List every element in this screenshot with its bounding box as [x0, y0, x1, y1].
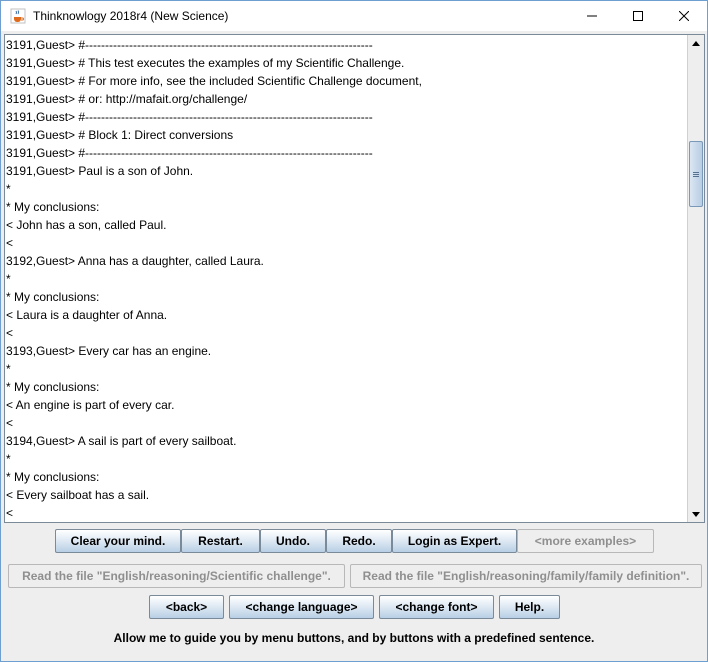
output-lines: 3191,Guest> #---------------------------…	[6, 36, 686, 522]
help-button[interactable]: Help.	[499, 595, 560, 619]
app-window: Thinknowlogy 2018r4 (New Science) 3191,G…	[0, 0, 708, 662]
output-line: 3191,Guest> # or: http://mafait.org/chal…	[6, 92, 248, 106]
java-coffee-icon	[10, 8, 26, 24]
output-line: < Laura is a daughter of Anna.	[6, 308, 168, 322]
guidance-message: Allow me to guide you by menu buttons, a…	[113, 631, 595, 645]
close-button[interactable]	[661, 1, 707, 31]
output-line: 3191,Guest> #---------------------------…	[6, 110, 373, 124]
clear-your-mind-button[interactable]: Clear your mind.	[55, 529, 181, 553]
output-line: 3191,Guest> # This test executes the exa…	[6, 56, 405, 70]
output-line: *	[6, 362, 11, 376]
output-line: *	[6, 272, 11, 286]
output-line: 3191,Guest> #---------------------------…	[6, 38, 373, 52]
output-line: 3191,Guest> # For more info, see the inc…	[6, 74, 422, 88]
vertical-scrollbar[interactable]	[687, 35, 704, 522]
output-line: 3194,Guest> A sail is part of every sail…	[6, 434, 237, 448]
arrow-up-icon	[692, 40, 700, 46]
output-line: 3191,Guest> Paul is a son of John.	[6, 164, 194, 178]
maximize-icon	[633, 11, 643, 21]
output-line: < John has a son, called Paul.	[6, 218, 167, 232]
read-scientific-challenge-button[interactable]: Read the file "English/reasoning/Scienti…	[8, 564, 345, 588]
output-line: 3191,Guest> # Block 1: Direct conversion…	[6, 128, 234, 142]
restart-button[interactable]: Restart.	[181, 529, 260, 553]
redo-button[interactable]: Redo.	[326, 529, 392, 553]
close-icon	[679, 11, 689, 21]
window-title: Thinknowlogy 2018r4 (New Science)	[33, 9, 229, 23]
login-as-expert-button[interactable]: Login as Expert.	[392, 529, 517, 553]
output-line: * My conclusions:	[6, 380, 100, 394]
output-line: *	[6, 452, 11, 466]
output-line: < Every sailboat has a sail.	[6, 488, 150, 502]
scroll-up-button[interactable]	[688, 35, 704, 51]
output-line: <	[6, 236, 14, 250]
scroll-down-button[interactable]	[688, 506, 704, 522]
output-line: < An engine is part of every car.	[6, 398, 175, 412]
output-line: <	[6, 416, 14, 430]
scrollbar-thumb[interactable]	[689, 141, 703, 207]
output-line: 3192,Guest> Anna has a daughter, called …	[6, 254, 264, 268]
maximize-button[interactable]	[615, 1, 661, 31]
output-line: * My conclusions:	[6, 470, 100, 484]
output-line: <	[6, 506, 14, 520]
undo-button[interactable]: Undo.	[260, 529, 326, 553]
minimize-button[interactable]	[569, 1, 615, 31]
more-examples-button[interactable]: <more examples>	[517, 529, 654, 553]
output-line: 3191,Guest> #---------------------------…	[6, 146, 373, 160]
output-line: * My conclusions:	[6, 200, 100, 214]
grip-icon	[693, 171, 699, 177]
read-family-definition-button[interactable]: Read the file "English/reasoning/family/…	[350, 564, 702, 588]
change-font-button[interactable]: <change font>	[379, 595, 494, 619]
change-language-button[interactable]: <change language>	[229, 595, 374, 619]
output-line: <	[6, 326, 14, 340]
minimize-icon	[587, 15, 597, 17]
back-button[interactable]: <back>	[149, 595, 224, 619]
arrow-down-icon	[692, 511, 700, 517]
output-line: *	[6, 182, 11, 196]
output-line: * My conclusions:	[6, 290, 100, 304]
output-line: 3193,Guest> Every car has an engine.	[6, 344, 212, 358]
title-bar[interactable]: Thinknowlogy 2018r4 (New Science)	[1, 1, 707, 31]
output-text-area[interactable]: 3191,Guest> #---------------------------…	[4, 34, 705, 523]
